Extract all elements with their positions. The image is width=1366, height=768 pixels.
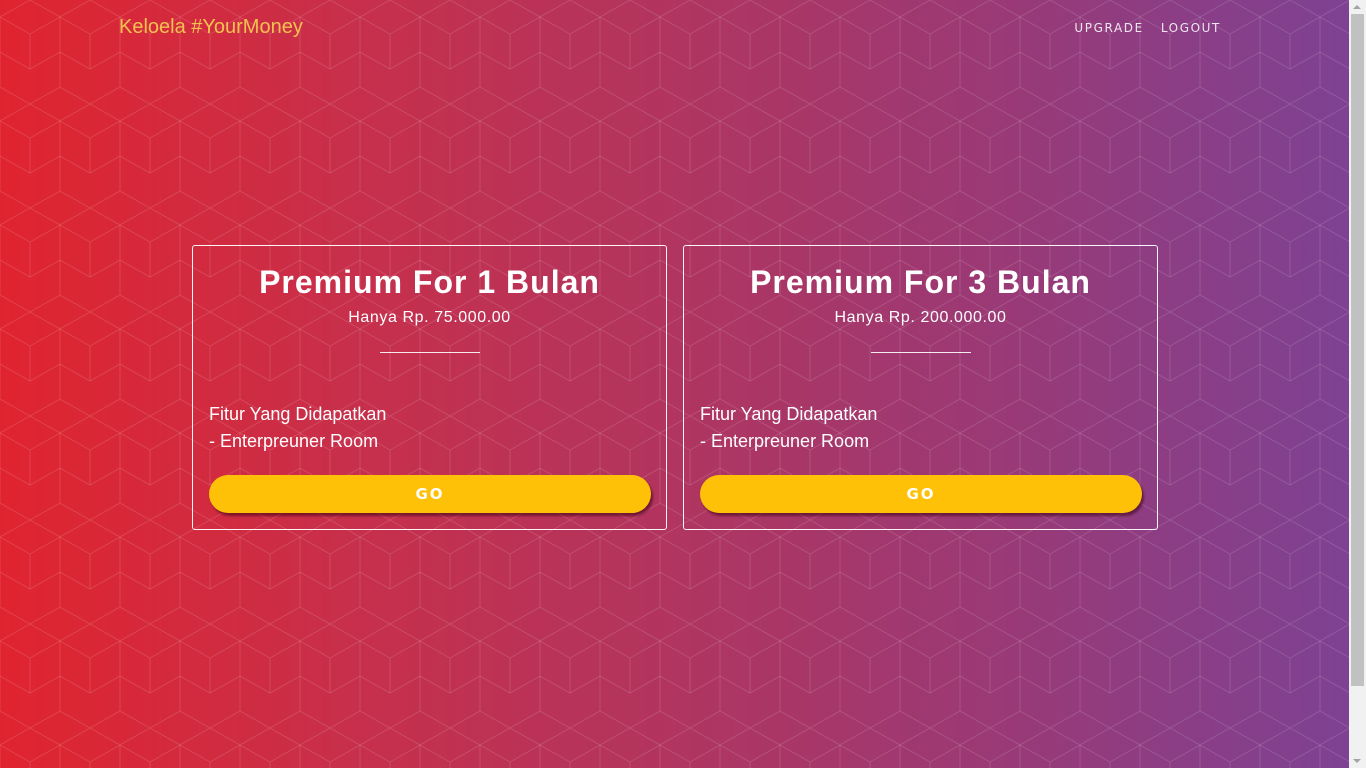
plan-card-3-bulan: Premium For 3 Bulan Hanya Rp. 200.000.00… <box>683 245 1158 530</box>
divider <box>380 352 480 353</box>
feature-item: - Enterpreuner Room <box>209 431 379 451</box>
plan-price: Hanya Rp. 200.000.00 <box>834 309 1007 326</box>
divider <box>871 352 971 353</box>
scroll-up-arrow-icon[interactable] <box>1353 5 1361 9</box>
scroll-thumb[interactable] <box>1351 14 1364 686</box>
top-navbar: Keloela #YourMoney UPGRADE LOGOUT <box>0 0 1349 56</box>
plan-title: Premium For 3 Bulan <box>750 264 1091 300</box>
vertical-scrollbar[interactable] <box>1349 0 1366 768</box>
nav-links: UPGRADE LOGOUT <box>1074 21 1221 35</box>
nav-upgrade-link[interactable]: UPGRADE <box>1074 21 1143 35</box>
feature-item: - Enterpreuner Room <box>700 431 870 451</box>
features-heading: Fitur Yang Didapatkan <box>209 404 387 424</box>
brand-logo-link[interactable]: Keloela #YourMoney <box>119 16 303 39</box>
plan-title: Premium For 1 Bulan <box>259 264 600 300</box>
features-heading: Fitur Yang Didapatkan <box>700 404 878 424</box>
nav-logout-link[interactable]: LOGOUT <box>1161 21 1221 35</box>
plan-price: Hanya Rp. 75.000.00 <box>348 309 511 326</box>
scroll-down-arrow-icon[interactable] <box>1353 759 1361 763</box>
plan-card-1-bulan: Premium For 1 Bulan Hanya Rp. 75.000.00 … <box>192 245 667 530</box>
go-button[interactable]: GO <box>700 475 1142 513</box>
go-button[interactable]: GO <box>209 475 651 513</box>
